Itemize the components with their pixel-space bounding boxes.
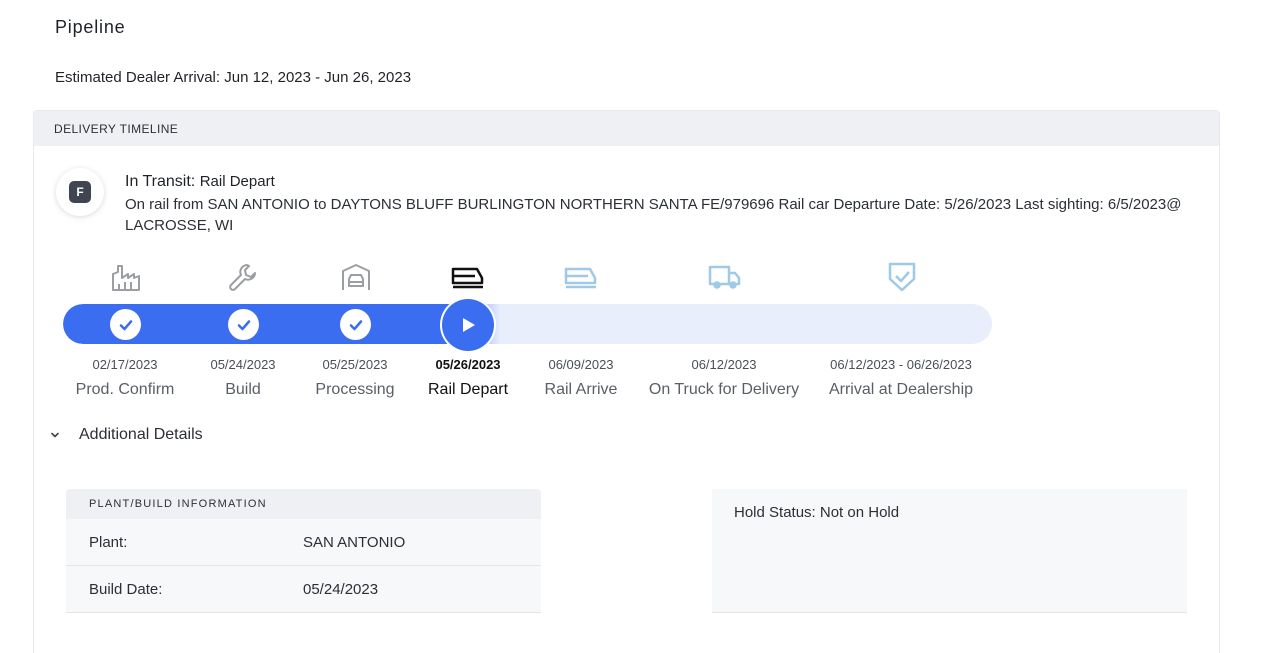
card-header: DELIVERY TIMELINE <box>34 111 1219 146</box>
plant-build-header: PLANT/BUILD INFORMATION <box>66 489 541 519</box>
stage-label: Rail Depart <box>427 381 509 398</box>
check-icon <box>349 319 362 330</box>
stage-label: Arrival at Dealership <box>828 381 974 398</box>
info-row: Build Date: 05/24/2023 <box>66 566 541 613</box>
stage-date: 06/12/2023 <box>691 357 757 372</box>
stage-label: Rail Arrive <box>544 381 618 398</box>
hold-status: Hold Status: Not on Hold <box>734 504 900 521</box>
page-title: Pipeline <box>55 17 126 37</box>
truck-icon <box>708 260 742 294</box>
status-line: In Transit: Rail Depart <box>125 173 1185 191</box>
stage-check-node <box>110 309 141 340</box>
stage-date: 02/17/2023 <box>92 357 158 372</box>
check-icon <box>119 319 132 330</box>
f-badge-icon: F <box>69 181 91 203</box>
stage-label: On Truck for Delivery <box>648 381 800 398</box>
rail-car-icon <box>451 260 485 294</box>
shield-check-icon <box>885 260 919 294</box>
stage-date: 05/24/2023 <box>210 357 276 372</box>
factory-icon <box>109 260 143 294</box>
stage-date: 06/12/2023 - 06/26/2023 <box>830 357 972 372</box>
vehicle-processing-icon <box>339 260 373 294</box>
info-key: Plant: <box>89 533 128 551</box>
stage-date: 05/25/2023 <box>322 357 388 372</box>
stage-label: Build <box>225 381 261 398</box>
stage-check-node <box>228 309 259 340</box>
status-description: On rail from SAN ANTONIO to DAYTONS BLUF… <box>125 196 1182 234</box>
status-prefix: In Transit: <box>125 173 196 190</box>
wrench-icon <box>226 260 260 294</box>
chevron-down-icon <box>48 428 62 442</box>
progress-track <box>63 304 992 344</box>
play-icon <box>463 318 475 332</box>
hold-status-panel: Hold Status: Not on Hold <box>712 489 1187 613</box>
plant-build-panel: PLANT/BUILD INFORMATION Plant: SAN ANTON… <box>66 489 541 613</box>
stage-label: Prod. Confirm <box>75 381 175 398</box>
estimated-arrival: Estimated Dealer Arrival: Jun 12, 2023 -… <box>55 69 412 86</box>
info-row: Plant: SAN ANTONIO <box>66 519 541 566</box>
info-value: 05/24/2023 <box>303 580 379 598</box>
stage-label: Processing <box>315 381 395 398</box>
additional-details-label: Additional Details <box>79 426 203 443</box>
stage-check-node <box>340 309 371 340</box>
stage-date: 05/26/2023 <box>435 357 501 372</box>
additional-details-toggle[interactable]: Additional Details <box>48 426 203 444</box>
stage-current-node <box>442 299 494 351</box>
status-stage: Rail Depart <box>199 173 275 190</box>
check-icon <box>237 319 250 330</box>
info-key: Build Date: <box>89 580 163 598</box>
status-block: In Transit: Rail Depart On rail from SAN… <box>125 173 1185 236</box>
status-avatar: F <box>56 168 104 216</box>
stage-date: 06/09/2023 <box>548 357 614 372</box>
rail-car-icon <box>564 260 598 294</box>
info-value: SAN ANTONIO <box>303 533 406 551</box>
delivery-timeline-card: DELIVERY TIMELINE F In Transit: Rail Dep… <box>33 110 1220 653</box>
